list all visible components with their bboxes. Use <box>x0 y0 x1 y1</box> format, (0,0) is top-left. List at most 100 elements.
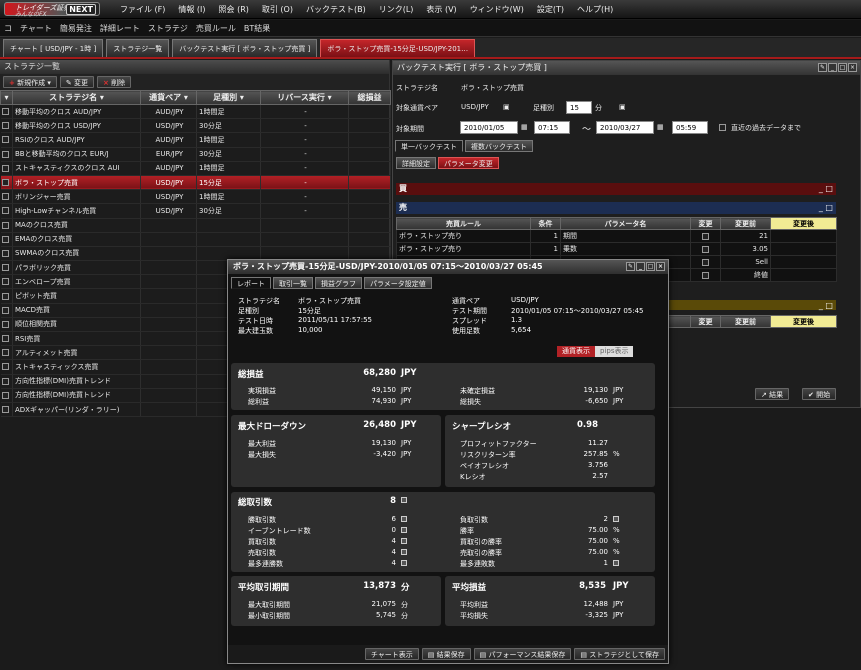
table-row[interactable]: BBと移動平均のクロス EUR/J EUR/JPY 30分足 - <box>0 147 391 162</box>
change-checkbox[interactable] <box>690 242 721 256</box>
tab-param-change[interactable]: パラメータ変更 <box>438 157 499 169</box>
row-checkbox[interactable] <box>0 331 13 347</box>
after-value-input[interactable] <box>770 255 837 269</box>
toolbar-item-bt-result[interactable]: BT結果 <box>244 23 270 34</box>
edit-button[interactable]: ✎ 変更 <box>59 76 94 88</box>
col-header-reverse[interactable]: リバース実行 ▾ <box>260 90 349 105</box>
table-row[interactable]: ボラ・ストップ売買 USD/JPY 15分足 - <box>0 175 391 191</box>
pair-value[interactable]: USD/JPY <box>461 103 489 111</box>
result-button[interactable]: ↗ 結果 <box>755 388 790 400</box>
table-row[interactable]: High-Lowチャンネル売買 USD/JPY 30分足 - <box>0 203 391 219</box>
menu-trade[interactable]: 取引 (O) <box>262 4 293 15</box>
delete-button[interactable]: × 削除 <box>96 76 132 88</box>
collapse-icon[interactable]: _ □ <box>819 202 833 214</box>
after-value-input[interactable] <box>770 242 837 256</box>
toolbar-item-ko[interactable]: コ <box>4 23 12 34</box>
change-checkbox[interactable] <box>690 268 721 282</box>
row-checkbox[interactable] <box>0 359 13 375</box>
toolbar-item-simple-order[interactable]: 簡易発注 <box>60 23 92 34</box>
table-row[interactable]: RSIのクロス AUD/JPY AUD/JPY 1時間足 - <box>0 132 391 148</box>
minimize-icon[interactable]: _ <box>828 63 837 72</box>
row-checkbox[interactable] <box>0 303 13 318</box>
chart-display-button[interactable]: チャート表示 <box>364 648 419 660</box>
row-checkbox[interactable] <box>0 203 13 219</box>
row-checkbox[interactable] <box>0 345 13 361</box>
row-checkbox[interactable] <box>0 388 13 403</box>
table-row[interactable]: MAのクロス売買 <box>0 218 391 233</box>
to-time-field[interactable]: 05:59 <box>672 121 708 134</box>
menu-settings[interactable]: 設定(T) <box>537 4 564 15</box>
tab-detail-settings[interactable]: 詳細設定 <box>396 157 436 169</box>
save-performance-button[interactable]: ▤ パフォーマンス結果保存 <box>473 648 572 660</box>
pin-icon[interactable]: ✎ <box>818 63 827 72</box>
table-row[interactable]: EMAのクロス売買 <box>0 232 391 247</box>
to-date-field[interactable]: 2010/03/27 <box>596 121 654 134</box>
row-checkbox[interactable] <box>0 260 13 276</box>
tab-strategy-list[interactable]: ストラテジ一覧 <box>106 39 170 57</box>
row-checkbox[interactable] <box>0 374 13 389</box>
toolbar-item-rules[interactable]: 売買ルール <box>196 23 236 34</box>
row-checkbox[interactable] <box>0 104 13 120</box>
after-value-input[interactable] <box>770 268 837 282</box>
collapse-icon[interactable]: _ □ <box>819 300 833 312</box>
tab-param-values[interactable]: パラメータ設定値 <box>364 277 432 289</box>
row-checkbox[interactable] <box>0 118 13 134</box>
tab-report[interactable]: ボラ・ストップ売買-15分足-USD/JPY-201… <box>320 39 476 57</box>
from-date-field[interactable]: 2010/01/05 <box>460 121 518 134</box>
table-row[interactable]: ストキャスティクスのクロス AUI AUD/JPY 1時間足 - <box>0 161 391 176</box>
menu-view[interactable]: 表示 (V) <box>426 4 456 15</box>
pin-icon[interactable]: ✎ <box>626 262 635 271</box>
tab-backtest[interactable]: バックテスト実行 [ ボラ・ストップ売買 ] <box>172 39 318 57</box>
col-header-bar[interactable]: 足種別 ▾ <box>196 90 261 105</box>
close-icon[interactable]: × <box>656 262 665 271</box>
row-checkbox[interactable] <box>0 147 13 162</box>
toolbar-item-strategy[interactable]: ストラテジ <box>148 23 188 34</box>
row-checkbox[interactable] <box>0 274 13 290</box>
col-header-name[interactable]: ストラテジ名 ▾ <box>12 90 141 105</box>
row-checkbox[interactable] <box>0 317 13 333</box>
tab-chart[interactable]: チャート [ USD/JPY - 1時 ] <box>3 39 104 57</box>
new-button[interactable]: + 新規作成 ▾ <box>3 76 57 88</box>
bar-input[interactable]: 15 <box>566 101 592 114</box>
save-result-button[interactable]: ▤ 結果保存 <box>421 648 471 660</box>
menu-inquiry[interactable]: 照会 (R) <box>219 4 249 15</box>
row-checkbox[interactable] <box>0 232 13 247</box>
row-checkbox[interactable] <box>0 218 13 233</box>
close-icon[interactable]: × <box>848 63 857 72</box>
change-checkbox[interactable] <box>690 229 721 243</box>
start-button[interactable]: ✔ 開始 <box>802 388 837 400</box>
menu-file[interactable]: ファイル (F) <box>120 4 165 15</box>
col-header-pair[interactable]: 通貨ペア ▾ <box>140 90 197 105</box>
minimize-icon[interactable]: _ <box>636 262 645 271</box>
menu-window[interactable]: ウィンドウ(W) <box>470 4 524 15</box>
pips-toggle[interactable]: pips表示 <box>595 346 634 357</box>
toolbar-item-chart[interactable]: チャート <box>20 23 52 34</box>
select-all-checkbox[interactable]: ▾ <box>0 90 13 105</box>
row-checkbox[interactable] <box>0 161 13 176</box>
table-row[interactable]: ボリンジャー売買 USD/JPY 1時間足 - <box>0 189 391 205</box>
maximize-icon[interactable]: □ <box>646 262 655 271</box>
calendar-icon[interactable]: ▦ <box>521 123 528 131</box>
toolbar-item-rate[interactable]: 詳細レート <box>100 23 140 34</box>
table-row[interactable]: 移動平均のクロス USD/JPY USD/JPY 30分足 - <box>0 118 391 134</box>
row-checkbox[interactable] <box>0 175 13 191</box>
menu-info[interactable]: 情報 (I) <box>178 4 205 15</box>
row-checkbox[interactable] <box>0 288 13 304</box>
from-time-field[interactable]: 07:15 <box>534 121 570 134</box>
tab-trade-list[interactable]: 取引一覧 <box>273 277 313 289</box>
currency-toggle[interactable]: 通貨表示 <box>557 346 595 357</box>
pair-dropdown-icon[interactable]: ▣ <box>503 103 510 111</box>
calendar-icon[interactable]: ▦ <box>657 123 664 131</box>
maximize-icon[interactable]: □ <box>838 63 847 72</box>
after-value-input[interactable] <box>770 229 837 243</box>
table-row[interactable]: 移動平均のクロス AUD/JPY AUD/JPY 1時間足 - <box>0 104 391 120</box>
menu-backtest[interactable]: バックテスト(B) <box>306 4 366 15</box>
row-checkbox[interactable] <box>0 402 13 418</box>
menu-link[interactable]: リンク(L) <box>379 4 414 15</box>
row-checkbox[interactable] <box>0 132 13 148</box>
row-checkbox[interactable] <box>0 246 13 262</box>
menu-help[interactable]: ヘルプ(H) <box>577 4 613 15</box>
collapse-icon[interactable]: _ □ <box>819 183 833 195</box>
tab-report[interactable]: レポート <box>231 277 271 289</box>
col-header-total[interactable]: 総損益 <box>348 90 391 105</box>
